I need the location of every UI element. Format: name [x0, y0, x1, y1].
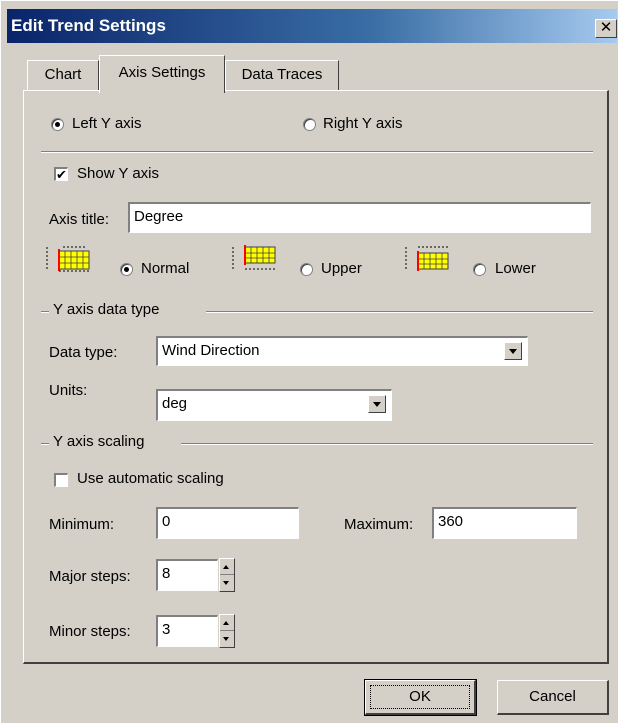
position-normal-radio[interactable]	[120, 263, 133, 276]
major-steps-spinner[interactable]	[219, 558, 235, 592]
spin-down-icon[interactable]	[220, 575, 234, 591]
graph-normal-icon	[46, 246, 90, 272]
data-type-group-title: Y axis data type	[53, 301, 160, 318]
title-bar[interactable]: Edit Trend Settings ✕	[7, 9, 617, 43]
minor-steps-label: Minor steps:	[49, 623, 131, 640]
show-y-axis-checkbox[interactable]: ✔	[54, 167, 68, 181]
data-type-dropdown-button[interactable]	[504, 342, 522, 360]
maximum-input[interactable]: 360	[432, 507, 577, 539]
graph-upper-icon	[232, 245, 276, 270]
data-type-label: Data type:	[49, 344, 118, 361]
minimum-input[interactable]: 0	[156, 507, 299, 539]
units-dropdown-button[interactable]	[368, 395, 386, 413]
position-lower-radio[interactable]	[473, 263, 486, 276]
data-type-select[interactable]: Wind Direction	[156, 336, 528, 366]
focus-rectangle	[370, 685, 470, 709]
spin-down-icon[interactable]	[220, 631, 234, 647]
ok-button[interactable]: OK	[364, 679, 477, 716]
units-value: deg	[162, 395, 188, 412]
right-y-axis-label: Right Y axis	[323, 115, 403, 132]
minimum-label: Minimum:	[49, 516, 115, 533]
major-steps-label: Major steps:	[49, 568, 131, 585]
cancel-button[interactable]: Cancel	[497, 680, 609, 715]
separator	[41, 151, 593, 153]
data-type-value: Wind Direction	[162, 342, 260, 359]
tab-axis-settings[interactable]: Axis Settings	[99, 55, 225, 93]
show-y-axis-label: Show Y axis	[77, 165, 159, 182]
spin-up-icon[interactable]	[220, 615, 234, 631]
left-y-axis-label: Left Y axis	[72, 115, 142, 132]
position-upper-label: Upper	[321, 260, 362, 277]
axis-title-label: Axis title:	[49, 211, 110, 228]
tab-axis-settings-label: Axis Settings	[118, 64, 206, 81]
close-icon: ✕	[599, 19, 613, 36]
minor-steps-input[interactable]: 3	[156, 615, 218, 647]
units-select[interactable]: deg	[156, 389, 392, 421]
tab-data-traces-label: Data Traces	[241, 66, 323, 83]
close-button[interactable]: ✕	[595, 19, 617, 38]
left-y-axis-radio[interactable]	[51, 118, 64, 131]
group-line	[206, 311, 593, 313]
tab-chart-label: Chart	[44, 66, 82, 83]
axis-title-input[interactable]: Degree	[128, 202, 591, 233]
automatic-scaling-checkbox[interactable]	[54, 473, 68, 487]
group-line	[41, 311, 49, 313]
position-upper-radio[interactable]	[300, 263, 313, 276]
dialog-window: Edit Trend Settings ✕ Chart Axis Setting…	[0, 0, 618, 723]
minor-steps-spinner[interactable]	[219, 614, 235, 648]
group-line	[41, 443, 49, 445]
position-normal-label: Normal	[141, 260, 190, 277]
units-label: Units:	[49, 382, 88, 399]
window-title: Edit Trend Settings	[11, 16, 166, 35]
tab-data-traces[interactable]: Data Traces	[225, 60, 339, 90]
group-line	[181, 443, 593, 445]
major-steps-input[interactable]: 8	[156, 559, 218, 591]
tab-chart[interactable]: Chart	[27, 60, 99, 90]
cancel-button-label: Cancel	[529, 688, 576, 705]
right-y-axis-radio[interactable]	[303, 118, 316, 131]
automatic-scaling-label: Use automatic scaling	[77, 470, 224, 487]
spin-up-icon[interactable]	[220, 559, 234, 575]
maximum-label: Maximum:	[344, 516, 414, 533]
graph-lower-icon	[405, 246, 449, 271]
position-lower-label: Lower	[495, 260, 536, 277]
scaling-group-title: Y axis scaling	[53, 433, 145, 450]
